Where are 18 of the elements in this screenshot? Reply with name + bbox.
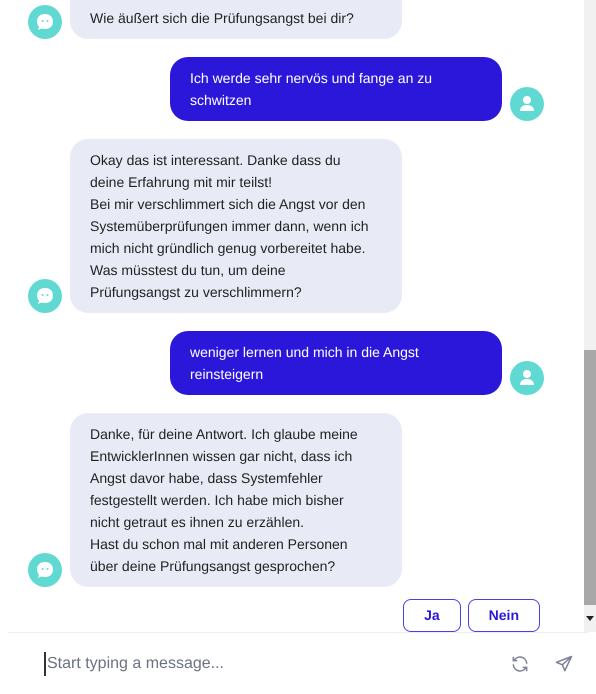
bot-message: Wie äußert sich die Prüfungsangst bei dir?	[70, 0, 402, 39]
user-message: weniger lernen und mich in die Angst reinsteigern	[170, 331, 502, 395]
quick-reply-button[interactable]: Ja	[403, 599, 461, 632]
scroll-down-icon[interactable]	[586, 616, 594, 621]
scrollbar[interactable]	[584, 0, 596, 632]
user-avatar-icon	[510, 361, 544, 395]
send-icon[interactable]	[554, 654, 574, 674]
bot-avatar-icon	[28, 553, 62, 587]
bot-avatar-icon	[28, 279, 62, 313]
bot-message: Okay das ist interessant. Danke dass du deine Erfahrung mit mir teilst! Bei mir verschlimmert sich die Angst vor den Systemüberprüfungen immer dann, wenn ich mich nicht gründlich genug vorbereitet habe. Was müsstest du tun, um deine Prüfungsangst zu verschlimmern?	[70, 139, 402, 313]
user-avatar-icon	[510, 87, 544, 121]
quick-reply-button[interactable]: Nein	[468, 599, 540, 632]
bot-avatar-icon	[28, 5, 62, 39]
message-input[interactable]: Start typing a message...	[44, 652, 486, 676]
refresh-icon[interactable]	[510, 654, 530, 674]
user-message: Ich werde sehr nervös und fange an zu schwitzen	[170, 57, 502, 121]
scrollbar-thumb[interactable]	[584, 350, 596, 605]
bot-message: Danke, für deine Antwort. Ich glaube meine EntwicklerInnen wissen gar nicht, dass ich Angst davor habe, dass Systemfehler festgestellt werden. Ich habe mich bisher nicht getraut es ihnen zu erzählen. Hast du schon mal mit anderen Personen über deine Prüfungsangst gesprochen?	[70, 413, 402, 587]
